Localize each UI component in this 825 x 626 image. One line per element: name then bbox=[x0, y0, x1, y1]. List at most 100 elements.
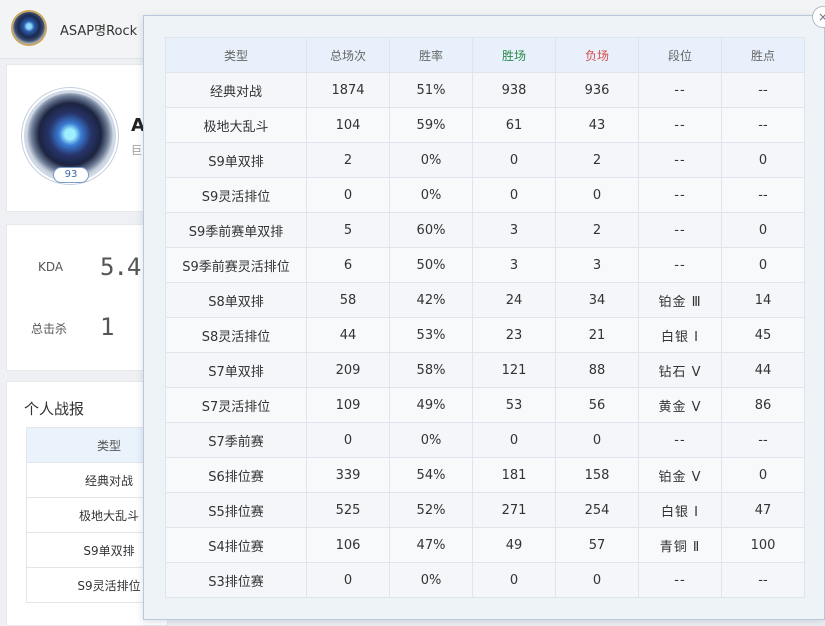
table-row[interactable]: S7灵活排位 109 49% 53 56 黄金 Ⅴ 86 bbox=[165, 387, 805, 423]
level-badge: 93 bbox=[53, 167, 89, 183]
cell-type: S7季前赛 bbox=[165, 422, 307, 458]
cell-winrate: 53% bbox=[389, 317, 473, 353]
cell-winrate: 0% bbox=[389, 142, 473, 178]
cell-tier: 铂金 Ⅴ bbox=[638, 457, 722, 493]
cell-type: S7灵活排位 bbox=[165, 387, 307, 423]
cell-tier: -- bbox=[638, 142, 722, 178]
table-row[interactable]: S5排位赛 525 52% 271 254 白银 Ⅰ 47 bbox=[165, 492, 805, 528]
cell-total: 0 bbox=[306, 422, 390, 458]
stats-popup: × 类型 总场次 胜率 胜场 负场 段位 胜点 经典对战 1874 51% 938 93… bbox=[143, 6, 825, 620]
kills-label: 总击杀 bbox=[31, 322, 68, 336]
cell-points: 0 bbox=[721, 212, 805, 248]
table-row[interactable]: S4排位赛 106 47% 49 57 青铜 Ⅱ 100 bbox=[165, 527, 805, 563]
cell-total: 109 bbox=[306, 387, 390, 423]
table-row[interactable]: S9季前赛单双排 5 60% 3 2 -- 0 bbox=[165, 212, 805, 248]
table-row[interactable]: S9灵活排位 0 0% 0 0 -- -- bbox=[165, 177, 805, 213]
cell-winrate: 47% bbox=[389, 527, 473, 563]
cell-losses: 0 bbox=[555, 422, 639, 458]
cell-type: S9季前赛单双排 bbox=[165, 212, 307, 248]
close-button[interactable]: × bbox=[812, 6, 825, 28]
table-row[interactable]: S9单双排 2 0% 0 2 -- 0 bbox=[165, 142, 805, 178]
cell-winrate: 52% bbox=[389, 492, 473, 528]
cell-points: 0 bbox=[721, 457, 805, 493]
cell-total: 2 bbox=[306, 142, 390, 178]
cell-total: 6 bbox=[306, 247, 390, 283]
cell-losses: 2 bbox=[555, 142, 639, 178]
cell-wins: 0 bbox=[472, 177, 556, 213]
cell-wins: 24 bbox=[472, 282, 556, 318]
avatar[interactable] bbox=[13, 12, 45, 44]
cell-losses: 88 bbox=[555, 352, 639, 388]
cell-points: 47 bbox=[721, 492, 805, 528]
cell-total: 0 bbox=[306, 177, 390, 213]
cell-losses: 57 bbox=[555, 527, 639, 563]
cell-type: 经典对战 bbox=[165, 72, 307, 108]
kills-value: 1 bbox=[100, 313, 115, 341]
cell-losses: 34 bbox=[555, 282, 639, 318]
cell-tier: 青铜 Ⅱ bbox=[638, 527, 722, 563]
cell-winrate: 59% bbox=[389, 107, 473, 143]
cell-wins: 49 bbox=[472, 527, 556, 563]
cell-wins: 181 bbox=[472, 457, 556, 493]
cell-wins: 0 bbox=[472, 422, 556, 458]
cell-points: 44 bbox=[721, 352, 805, 388]
cell-points: 86 bbox=[721, 387, 805, 423]
cell-total: 5 bbox=[306, 212, 390, 248]
cell-winrate: 0% bbox=[389, 422, 473, 458]
table-row[interactable]: S8灵活排位 44 53% 23 21 白银 Ⅰ 45 bbox=[165, 317, 805, 353]
table-row[interactable]: S7季前赛 0 0% 0 0 -- -- bbox=[165, 422, 805, 458]
cell-winrate: 49% bbox=[389, 387, 473, 423]
cell-wins: 3 bbox=[472, 247, 556, 283]
cell-total: 525 bbox=[306, 492, 390, 528]
kda-label: KDA bbox=[38, 260, 64, 274]
cell-winrate: 42% bbox=[389, 282, 473, 318]
cell-total: 1874 bbox=[306, 72, 390, 108]
cell-losses: 254 bbox=[555, 492, 639, 528]
cell-winrate: 0% bbox=[389, 177, 473, 213]
cell-losses: 0 bbox=[555, 177, 639, 213]
cell-wins: 271 bbox=[472, 492, 556, 528]
cell-total: 0 bbox=[306, 562, 390, 598]
cell-points: 100 bbox=[721, 527, 805, 563]
cell-type: S8灵活排位 bbox=[165, 317, 307, 353]
table-row[interactable]: 经典对战 1874 51% 938 936 -- -- bbox=[165, 72, 805, 108]
cell-wins: 23 bbox=[472, 317, 556, 353]
cell-tier: -- bbox=[638, 72, 722, 108]
cell-type: S3排位赛 bbox=[165, 562, 307, 598]
table-row[interactable]: 极地大乱斗 104 59% 61 43 -- -- bbox=[165, 107, 805, 143]
column-header-tier: 段位 bbox=[638, 37, 722, 73]
column-header-wins: 胜场 bbox=[472, 37, 556, 73]
cell-type: S6排位赛 bbox=[165, 457, 307, 493]
cell-type: S4排位赛 bbox=[165, 527, 307, 563]
stats-table: 类型 总场次 胜率 胜场 负场 段位 胜点 经典对战 1874 51% 938 936-… bbox=[165, 37, 805, 598]
cell-winrate: 0% bbox=[389, 562, 473, 598]
cell-points: 0 bbox=[721, 142, 805, 178]
cell-total: 58 bbox=[306, 282, 390, 318]
cell-type: S9单双排 bbox=[165, 142, 307, 178]
cell-wins: 938 bbox=[472, 72, 556, 108]
cell-wins: 53 bbox=[472, 387, 556, 423]
cell-winrate: 58% bbox=[389, 352, 473, 388]
table-row[interactable]: S3排位赛 0 0% 0 0 -- -- bbox=[165, 562, 805, 598]
table-row[interactable]: S9季前赛灵活排位 6 50% 3 3 -- 0 bbox=[165, 247, 805, 283]
cell-total: 104 bbox=[306, 107, 390, 143]
cell-wins: 0 bbox=[472, 562, 556, 598]
table-row[interactable]: S7单双排 209 58% 121 88 钻石 Ⅴ 44 bbox=[165, 352, 805, 388]
cell-type: S7单双排 bbox=[165, 352, 307, 388]
cell-wins: 3 bbox=[472, 212, 556, 248]
stats-table-body: 经典对战 1874 51% 938 936 -- -- 极地大乱斗 104 59% 61 43 -- --… bbox=[165, 72, 805, 598]
cell-losses: 2 bbox=[555, 212, 639, 248]
cell-tier: 黄金 Ⅴ bbox=[638, 387, 722, 423]
cell-type: S5排位赛 bbox=[165, 492, 307, 528]
cell-losses: 43 bbox=[555, 107, 639, 143]
cell-points: -- bbox=[721, 422, 805, 458]
table-row[interactable]: S8单双排 58 42% 24 34 铂金 Ⅲ 14 bbox=[165, 282, 805, 318]
cell-losses: 56 bbox=[555, 387, 639, 423]
cell-tier: -- bbox=[638, 177, 722, 213]
cell-tier: 钻石 Ⅴ bbox=[638, 352, 722, 388]
player-name: ASAP명Rock bbox=[60, 24, 138, 39]
cell-total: 106 bbox=[306, 527, 390, 563]
table-row[interactable]: S6排位赛 339 54% 181 158 铂金 Ⅴ0 bbox=[165, 457, 805, 493]
cell-tier: 白银 Ⅰ bbox=[638, 492, 722, 528]
cell-winrate: 50% bbox=[389, 247, 473, 283]
